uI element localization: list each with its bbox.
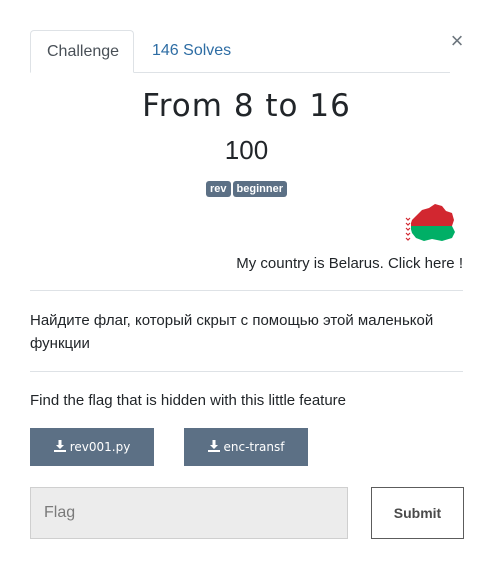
file-label: rev001.py	[69, 440, 131, 454]
tag-list: rev beginner	[0, 181, 493, 197]
challenge-tabs: Challenge 146 Solves	[30, 30, 450, 73]
tag-badge-rev: rev	[206, 181, 231, 197]
flag-input[interactable]	[30, 487, 348, 539]
close-icon[interactable]: ×	[449, 30, 465, 52]
tab-solves[interactable]: 146 Solves	[136, 30, 247, 72]
file-label: enc-transf	[223, 440, 285, 454]
download-file-button[interactable]: rev001.py	[30, 428, 154, 466]
tab-challenge[interactable]: Challenge	[30, 30, 134, 73]
divider	[30, 290, 463, 291]
challenge-title: From 8 to 16	[142, 88, 351, 124]
tag-badge-beginner: beginner	[232, 181, 287, 197]
description-english: Find the flag that is hidden with this l…	[30, 392, 347, 409]
download-icon	[53, 440, 66, 452]
country-link[interactable]: My country is Belarus. Click here !	[236, 255, 463, 272]
description-russian: Найдите флаг, который скрыт с помощью эт…	[30, 312, 434, 352]
divider	[30, 371, 463, 372]
download-icon	[207, 440, 220, 452]
belarus-map-icon[interactable]	[402, 202, 458, 244]
submit-button[interactable]: Submit	[371, 487, 464, 539]
challenge-points: 100	[224, 135, 269, 165]
download-file-button[interactable]: enc-transf	[184, 428, 308, 466]
